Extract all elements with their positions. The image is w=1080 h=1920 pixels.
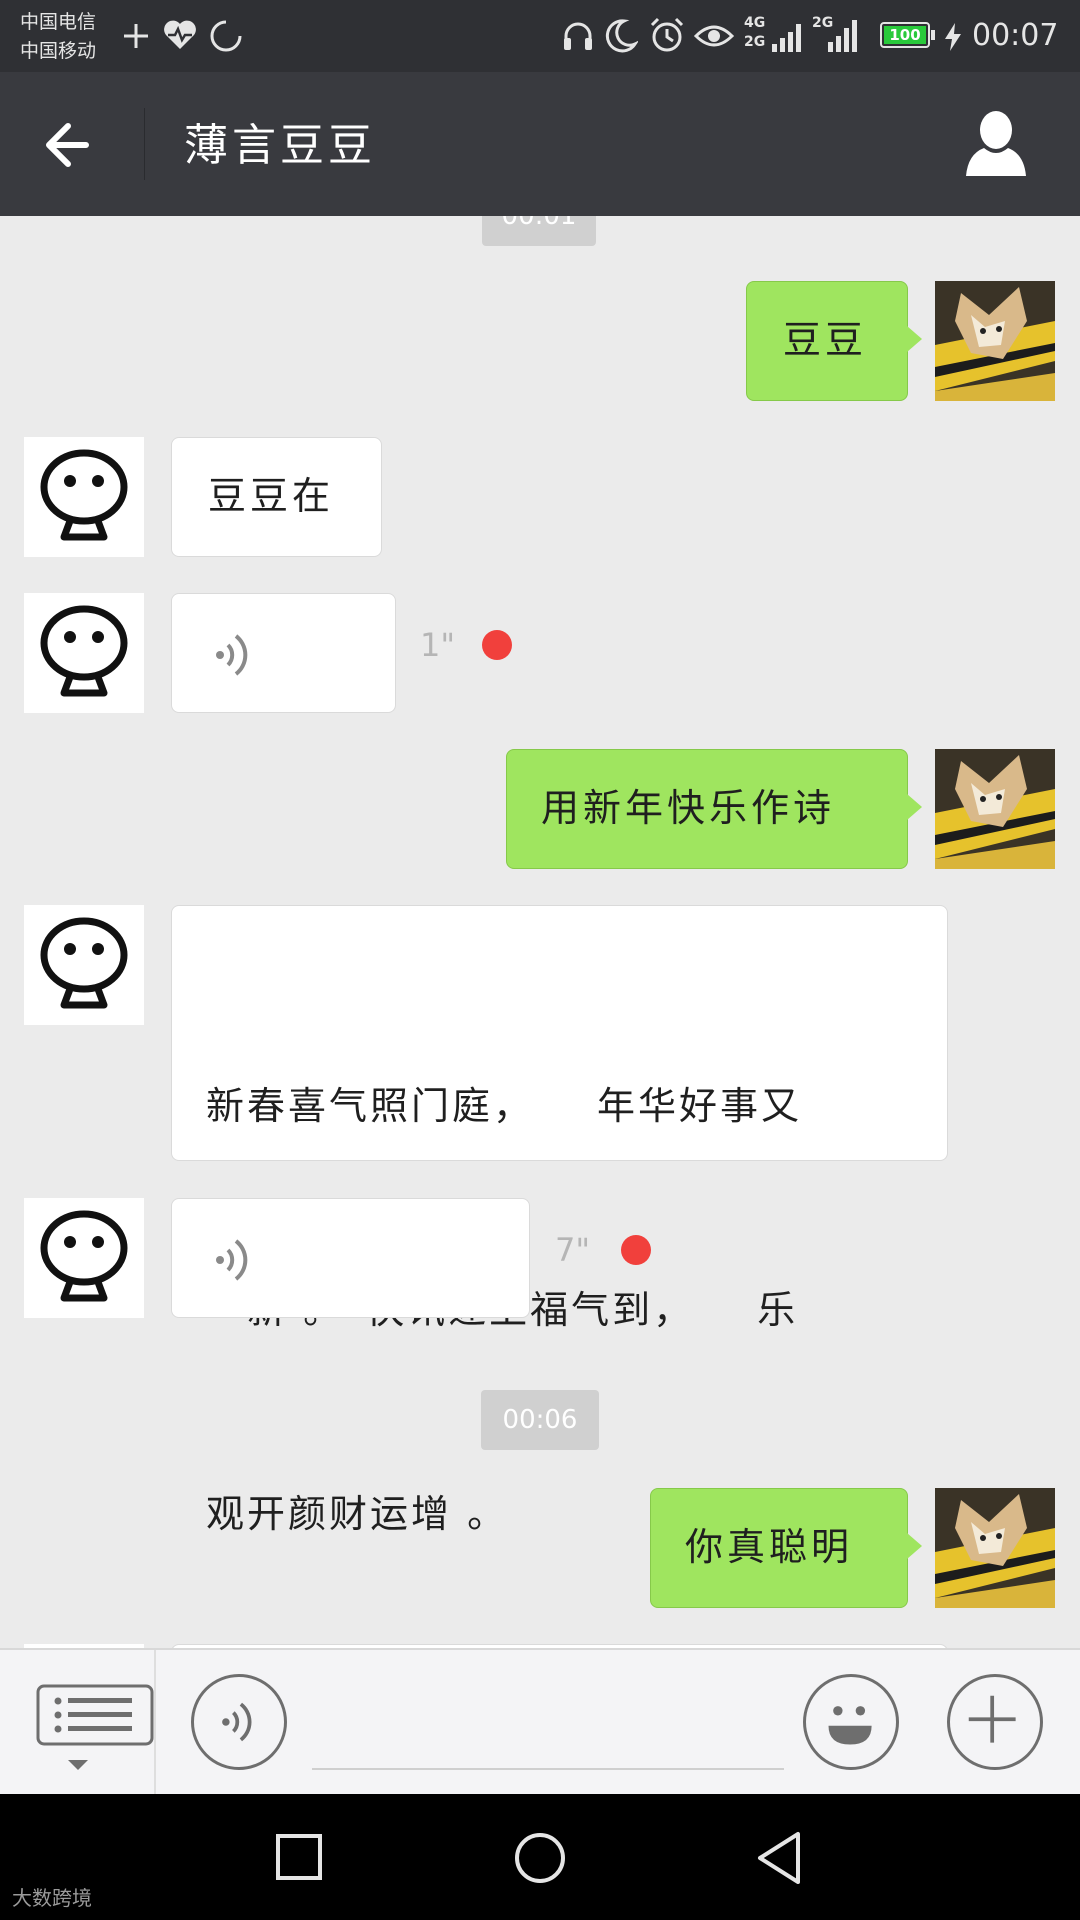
- system-nav-bar: 大数跨境: [0, 1794, 1080, 1920]
- input-divider: [154, 1650, 156, 1796]
- moon-icon: [605, 19, 638, 53]
- chat-area[interactable]: 00:01 豆豆 豆豆在 1" 用新年快乐作诗 新春喜气照门庭， 年华好事又 乐…: [0, 216, 1080, 1648]
- bot-avatar[interactable]: [24, 437, 144, 557]
- plus-icon[interactable]: [947, 1674, 1043, 1770]
- voice-wave-icon: [216, 634, 248, 676]
- bot-avatar[interactable]: [24, 593, 144, 713]
- unread-dot: [621, 1235, 651, 1265]
- network-type-2: 2G: [744, 34, 766, 50]
- status-time: 00:07: [972, 18, 1059, 53]
- message-text: 豆豆: [783, 318, 868, 362]
- time-divider: 00:01: [482, 216, 596, 246]
- user-avatar[interactable]: [935, 749, 1055, 869]
- plus-icon: [124, 24, 148, 48]
- profile-icon[interactable]: [962, 108, 1030, 180]
- message-text: 豆豆在: [208, 474, 335, 518]
- voice-input-icon[interactable]: [191, 1674, 287, 1770]
- status-bar: 中国电信 中国移动 4G 2G 2G 100 00:07: [0, 0, 1080, 72]
- voice-message-bubble[interactable]: [171, 1198, 530, 1318]
- emoji-icon[interactable]: [803, 1674, 899, 1770]
- voice-duration: 1": [420, 626, 456, 664]
- alarm-icon: [650, 17, 684, 52]
- charging-icon: [945, 23, 961, 51]
- title-bar: 薄言豆豆: [0, 72, 1080, 216]
- home-icon[interactable]: [508, 1824, 572, 1888]
- menu-list-icon[interactable]: [36, 1684, 156, 1774]
- recent-apps-icon[interactable]: [268, 1824, 332, 1888]
- user-avatar[interactable]: [935, 1488, 1055, 1608]
- message-bubble[interactable]: 豆豆: [746, 281, 922, 401]
- back-triangle-icon[interactable]: [748, 1824, 812, 1888]
- eye-icon: [694, 25, 734, 47]
- sync-icon: [210, 20, 242, 52]
- carrier-2: 中国移动: [20, 40, 97, 62]
- battery-cap: [931, 30, 935, 40]
- back-arrow-icon[interactable]: [36, 110, 106, 180]
- poem-line-1: 新春喜气照门庭， 年华好事又: [206, 1084, 803, 1128]
- user-avatar[interactable]: [935, 281, 1055, 401]
- battery-indicator: 100: [880, 22, 930, 48]
- message-bubble[interactable]: 用新年快乐作诗: [506, 749, 922, 869]
- signal-icon: [770, 18, 806, 52]
- bot-avatar[interactable]: [24, 1198, 144, 1318]
- unread-dot: [482, 630, 512, 660]
- input-bar: [0, 1648, 1080, 1796]
- title-divider: [144, 108, 145, 180]
- message-bubble[interactable]: 豆豆在: [171, 437, 382, 557]
- network-type-1: 4G: [744, 15, 766, 31]
- bot-avatar[interactable]: [24, 905, 144, 1025]
- carrier-1: 中国电信: [20, 11, 97, 33]
- voice-wave-icon: [216, 1239, 248, 1281]
- voice-duration: 7": [555, 1231, 591, 1269]
- message-bubble[interactable]: 新春喜气照门庭， 年华好事又 一新 。 快讯递上福气到， 乐 观开颜财运增 。: [171, 905, 948, 1536]
- headphones-icon: [564, 22, 592, 50]
- signal-icon-2: [826, 18, 862, 52]
- battery-level: 100: [884, 26, 926, 44]
- message-input[interactable]: [312, 1710, 784, 1770]
- watermark: 大数跨境: [12, 1886, 92, 1910]
- message-bubble[interactable]: 你真聪明: [650, 1488, 922, 1608]
- heart-pulse-icon: [164, 20, 196, 49]
- carrier-info: 中国电信 中国移动: [20, 8, 96, 66]
- voice-message-bubble[interactable]: [171, 593, 396, 713]
- message-text: 用新年快乐作诗: [541, 786, 836, 830]
- chat-title: 薄言豆豆: [184, 120, 376, 171]
- message-text: 你真聪明: [685, 1525, 854, 1569]
- time-divider: 00:06: [481, 1390, 599, 1450]
